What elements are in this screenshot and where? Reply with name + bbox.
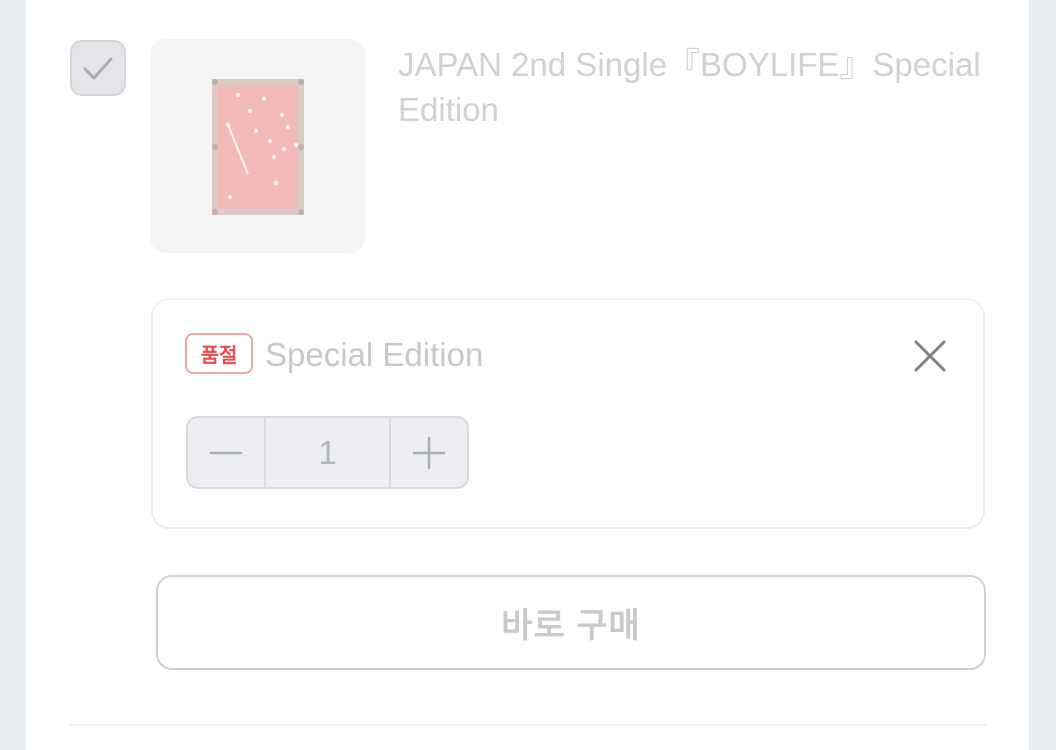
remove-option-button[interactable] xyxy=(908,334,952,378)
quantity-stepper: 1 xyxy=(186,416,469,489)
option-name: Special Edition xyxy=(265,336,484,373)
billiard-table-image xyxy=(212,79,304,215)
plus-icon xyxy=(412,436,446,469)
minus-icon xyxy=(209,451,243,454)
product-thumbnail[interactable] xyxy=(150,39,365,253)
increase-quantity-button[interactable] xyxy=(391,418,467,487)
check-icon xyxy=(83,57,113,80)
close-icon xyxy=(914,340,946,372)
buy-now-button[interactable]: 바로 구매 xyxy=(156,575,986,670)
decrease-quantity-button[interactable] xyxy=(188,418,264,487)
section-divider xyxy=(70,724,986,726)
option-panel xyxy=(151,298,985,529)
product-title[interactable]: JAPAN 2nd Single『BOYLIFE』Special Edition xyxy=(398,42,998,132)
item-select-checkbox[interactable] xyxy=(70,40,126,96)
quantity-value[interactable]: 1 xyxy=(264,418,391,487)
soldout-badge: 품절 xyxy=(185,333,253,374)
